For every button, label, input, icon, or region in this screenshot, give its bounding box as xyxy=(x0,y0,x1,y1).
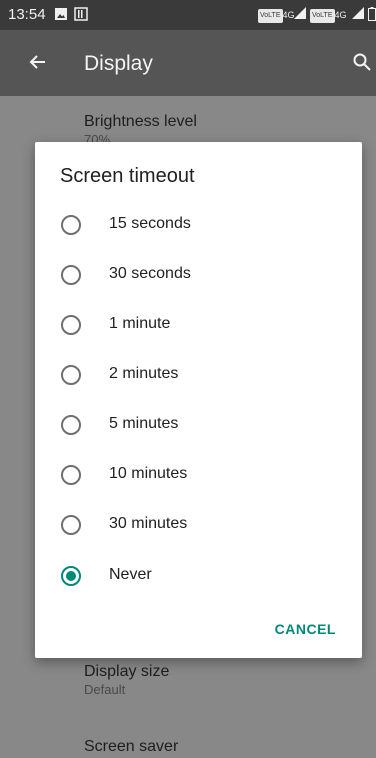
network-type: 4G xyxy=(334,10,347,20)
storage-icon xyxy=(74,7,88,21)
app-bar: Display xyxy=(0,30,376,96)
page-title: Display xyxy=(84,52,153,75)
option-30-seconds[interactable]: 30 seconds xyxy=(35,250,362,300)
option-label: 5 minutes xyxy=(109,415,179,432)
cancel-button[interactable]: CANCEL xyxy=(275,620,336,638)
signal-icon xyxy=(294,7,306,19)
radio-button[interactable] xyxy=(61,515,81,535)
option-never[interactable]: Never xyxy=(35,551,362,601)
dialog-title: Screen timeout xyxy=(60,165,195,187)
radio-button[interactable] xyxy=(61,365,81,385)
option-30-minutes[interactable]: 30 minutes xyxy=(35,500,362,550)
setting-screen-saver[interactable]: Screen saver xyxy=(84,737,178,757)
option-label: 2 minutes xyxy=(109,365,179,382)
radio-button[interactable] xyxy=(61,415,81,435)
network-indicator-1: VoLTE 4G xyxy=(258,8,295,23)
network-type: 4G xyxy=(282,10,295,20)
setting-title: Screen saver xyxy=(84,738,179,755)
signal-icon xyxy=(352,7,364,19)
status-time: 13:54 xyxy=(8,6,46,23)
arrow-back-icon[interactable] xyxy=(28,52,48,72)
status-bar: 13:54 VoLTE 4G VoLTE 4G xyxy=(0,0,376,30)
option-2-minutes[interactable]: 2 minutes xyxy=(35,350,362,400)
radio-button[interactable] xyxy=(61,465,81,485)
radio-button[interactable] xyxy=(61,265,81,285)
volte-badge: VoLTE xyxy=(258,8,283,23)
option-label: 30 minutes xyxy=(109,515,188,532)
network-indicator-2: VoLTE 4G xyxy=(310,8,347,23)
radio-button[interactable] xyxy=(61,215,81,235)
setting-subtitle: Default xyxy=(84,682,126,697)
battery-icon xyxy=(368,7,376,21)
image-icon xyxy=(55,8,67,20)
search-icon[interactable] xyxy=(352,52,372,72)
option-label: Never xyxy=(109,566,152,583)
volte-badge: VoLTE xyxy=(310,8,335,23)
option-label: 10 minutes xyxy=(109,465,188,482)
radio-button[interactable] xyxy=(61,315,81,335)
setting-title: Display size xyxy=(84,663,170,680)
option-1-minute[interactable]: 1 minute xyxy=(35,300,362,350)
setting-title: Brightness level xyxy=(84,113,197,130)
option-label: 30 seconds xyxy=(109,265,191,282)
screen-timeout-dialog: Screen timeout 15 seconds 30 seconds 1 m… xyxy=(35,142,362,658)
option-10-minutes[interactable]: 10 minutes xyxy=(35,450,362,500)
setting-display-size[interactable]: Display size Default xyxy=(84,662,169,698)
option-label: 15 seconds xyxy=(109,215,191,232)
radio-button-selected[interactable] xyxy=(61,566,81,586)
option-label: 1 minute xyxy=(109,315,171,332)
option-5-minutes[interactable]: 5 minutes xyxy=(35,400,362,450)
option-15-seconds[interactable]: 15 seconds xyxy=(35,200,362,250)
